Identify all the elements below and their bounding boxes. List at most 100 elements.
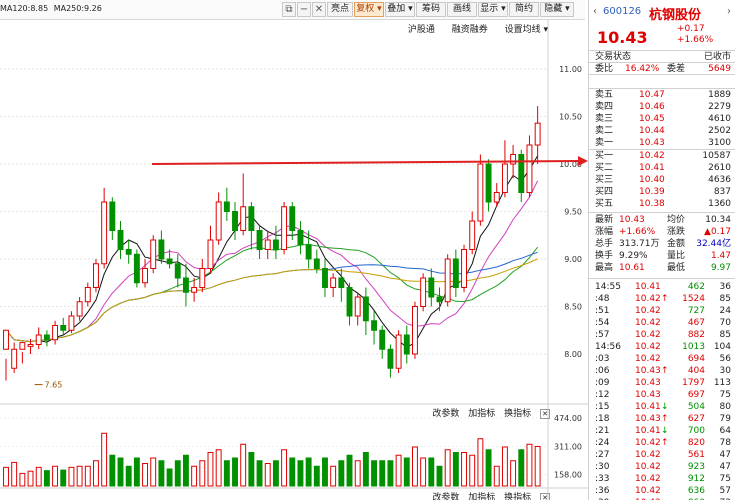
candle-body (436, 296, 443, 303)
tick-row: :18 10.43 ↑ 627 79 (589, 413, 735, 425)
level-label: 卖二 (595, 126, 614, 136)
candle-body (469, 220, 476, 250)
tab-margin-trading[interactable]: 融资融券 (452, 25, 488, 35)
switch-indicator-button-2[interactable]: 换指标 (504, 493, 531, 500)
volume-bar (191, 465, 198, 487)
toolbar-button-3[interactable]: 筹码 (416, 2, 446, 17)
add-indicator-button-2[interactable]: 加指标 (468, 493, 495, 500)
tick-count: 36 (719, 282, 731, 292)
volume-bar (240, 443, 247, 487)
status-row: 交易状态 已收市 (589, 50, 735, 62)
candle-body (362, 296, 369, 322)
stat-value: 10.61 (619, 263, 645, 273)
close-indicator-icon[interactable]: ✕ (540, 409, 550, 419)
close-icon[interactable]: ✕ (312, 2, 326, 17)
candle-body (256, 230, 263, 250)
tick-row: :21 10.41 ↓ 700 64 (589, 425, 735, 437)
candle-body (485, 163, 492, 203)
tick-volume: 1013 (682, 342, 705, 352)
quote-stats: 最新 10.43 均价 10.34 涨幅 +1.66% 涨跌 ▲0.17 总手 313.71万 金额… (589, 212, 735, 274)
tick-volume: 697 (687, 390, 705, 400)
tick-count: 70 (719, 318, 731, 328)
candle-body (109, 201, 116, 231)
volume-bar (223, 460, 230, 487)
candle-body (117, 230, 124, 250)
modify-params-button[interactable]: 改参数 (432, 409, 459, 419)
ma250-label: MA250:9.26 (53, 4, 102, 13)
volume-bar (313, 465, 320, 487)
tick-row: :15 10.41 ↓ 504 80 (589, 401, 735, 413)
volume-bar (76, 465, 83, 487)
volume-bar (526, 443, 533, 487)
candle-body (232, 211, 238, 231)
switch-indicator-button[interactable]: 换指标 (504, 409, 531, 419)
volume-bar (174, 460, 181, 487)
tick-arrow-icon: ↓ (661, 426, 669, 436)
candle-body (35, 334, 42, 345)
tick-row: :48 10.42 ↑ 1524 85 (589, 293, 735, 305)
tick-price: 10.43 (635, 414, 661, 424)
tick-row: 14:55 10.41 462 36 (589, 281, 735, 293)
level-label: 卖一 (595, 138, 614, 148)
tick-list[interactable]: 14:55 10.41 462 36:48 10.42 ↑ 1524 85:51 10.42 72… (589, 278, 735, 500)
orderbook-divider (589, 74, 735, 88)
volume-bar (166, 468, 173, 487)
tick-price: 10.42 (635, 330, 661, 340)
volume-bar (52, 465, 59, 487)
candle-body (395, 334, 402, 369)
candle-body (133, 253, 140, 284)
toolbar-button-6[interactable]: 简约 (509, 2, 539, 17)
candle-body (534, 122, 541, 146)
forward-arrow-icon[interactable]: › (727, 6, 731, 17)
candle-body (43, 334, 50, 341)
toolbar-button-4[interactable]: 画线 (447, 2, 477, 17)
volume-bar (371, 460, 378, 487)
volume-bar (330, 465, 337, 487)
sell-level: 卖四 10.46 2279 (589, 101, 735, 113)
price-change: +0.17 (677, 24, 705, 34)
volume-bar (11, 461, 18, 487)
tick-volume: 1797 (682, 378, 705, 388)
toolbar-button-1[interactable]: 复权 ▾ (354, 2, 384, 17)
stat-value: 10.43 (619, 215, 645, 225)
candle-body (289, 206, 296, 231)
copy-icon[interactable]: ⧉ (282, 2, 296, 17)
toolbar-button-7[interactable]: 隐藏 ▾ (540, 2, 574, 17)
candle-body (93, 263, 99, 288)
stat-value: 9.29% (619, 251, 648, 261)
tick-arrow-icon: ↑ (661, 438, 669, 448)
volume-bar (256, 460, 263, 487)
tick-price: 10.42 (635, 474, 661, 484)
volume-bar (125, 465, 132, 487)
tick-volume: 504 (687, 402, 705, 412)
tab-ma-settings[interactable]: 设置均线 ▾ (505, 25, 548, 35)
kline-chart-area[interactable]: 11.00 10.50 10.00 9.50 9.00 8.50 8.00 7.65 474.0… (0, 20, 588, 500)
modify-params-button-2[interactable]: 改参数 (432, 493, 459, 500)
candle-body (338, 277, 345, 288)
toolbar-button-2[interactable]: 叠加 ▾ (385, 2, 415, 17)
stat-label: 最低 (667, 263, 686, 273)
close-indicator-icon-2[interactable]: ✕ (540, 493, 550, 500)
stat-label: 均价 (667, 215, 686, 225)
tick-volume: 700 (687, 426, 705, 436)
level-label: 买三 (595, 175, 614, 185)
tick-count: 80 (719, 402, 731, 412)
toolbar-button-5[interactable]: 显示 ▾ (478, 2, 508, 17)
candle-body (297, 230, 304, 246)
candle-body (223, 201, 230, 212)
back-arrow-icon[interactable]: ‹ (593, 6, 597, 17)
stat-row: 涨幅 +1.66% 涨跌 ▲0.17 (589, 226, 735, 238)
toolbar-button-0[interactable]: 亮点 (327, 2, 353, 17)
tick-count: 75 (719, 474, 731, 484)
minimize-icon[interactable]: − (297, 2, 311, 17)
volume-bar (133, 457, 140, 487)
candle-body (346, 287, 353, 317)
tab-hugutong[interactable]: 沪股通 (408, 25, 435, 35)
tick-time: :48 (595, 294, 610, 304)
last-price: 10.43 (597, 28, 648, 47)
add-indicator-button[interactable]: 加指标 (468, 409, 495, 419)
stat-label: 金额 (667, 239, 686, 249)
kline-chart-svg[interactable]: 11.0010.5010.009.509.008.508.007.65474.0… (0, 20, 588, 500)
level-label: 卖三 (595, 114, 614, 124)
weibi-value: 16.42% (625, 64, 660, 74)
